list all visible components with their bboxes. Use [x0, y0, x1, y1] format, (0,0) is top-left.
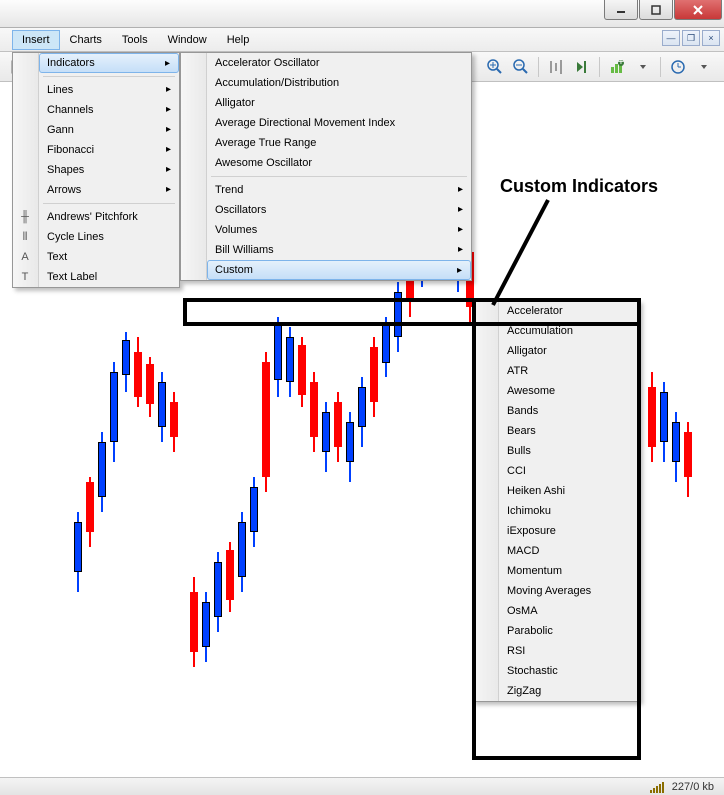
menuitem-adx[interactable]: Average Directional Movement Index [207, 113, 471, 133]
annotation-label: Custom Indicators [500, 176, 658, 197]
window-controls [604, 0, 722, 20]
menuitem-trend[interactable]: Trend [207, 180, 471, 200]
mdi-minimize-button[interactable]: — [662, 30, 680, 46]
dropdown-arrow-icon[interactable] [631, 55, 655, 79]
mdi-close-button[interactable]: × [702, 30, 720, 46]
maximize-button[interactable] [639, 0, 673, 20]
mdi-restore-button[interactable]: ❐ [682, 30, 700, 46]
indicators-dropdown: Accelerator Oscillator Accumulation/Dist… [180, 52, 472, 281]
menuitem-billwilliams[interactable]: Bill Williams [207, 240, 471, 260]
toolbar-separator [660, 57, 661, 77]
connection-bars-icon [650, 781, 664, 793]
chart-bars-icon[interactable] [544, 55, 568, 79]
mdi-controls: — ❐ × [662, 30, 720, 46]
toolbar-separator [599, 57, 600, 77]
menu-insert[interactable]: Insert [12, 30, 60, 50]
menuitem-awesome-oscillator[interactable]: Awesome Oscillator [207, 153, 471, 173]
menu-help[interactable]: Help [217, 30, 260, 50]
annotation-highlight-box [472, 298, 641, 760]
zoom-in-icon[interactable] [483, 55, 507, 79]
menu-tools[interactable]: Tools [112, 30, 158, 50]
text-icon: A [17, 249, 33, 265]
menuitem-text[interactable]: AText [39, 247, 179, 267]
close-button[interactable] [674, 0, 722, 20]
menuitem-alligator[interactable]: Alligator [207, 93, 471, 113]
menuitem-indicators[interactable]: Indicators [39, 53, 179, 73]
menuitem-shapes[interactable]: Shapes [39, 160, 179, 180]
menuitem-pitchfork[interactable]: ╫Andrews' Pitchfork [39, 207, 179, 227]
menuitem-atr[interactable]: Average True Range [207, 133, 471, 153]
menuitem-fibonacci[interactable]: Fibonacci [39, 140, 179, 160]
menuitem-cyclelines[interactable]: ⦀Cycle Lines [39, 227, 179, 247]
svg-text:+: + [618, 59, 624, 68]
zoom-out-icon[interactable] [509, 55, 533, 79]
scroll-end-icon[interactable] [570, 55, 594, 79]
minimize-button[interactable] [604, 0, 638, 20]
menuitem-accelerator-oscillator[interactable]: Accelerator Oscillator [207, 53, 471, 73]
menuitem-accumulation-distribution[interactable]: Accumulation/Distribution [207, 73, 471, 93]
pitchfork-icon: ╫ [17, 209, 33, 225]
toolbar-separator [538, 57, 539, 77]
status-bar: 227/0 kb [0, 777, 724, 795]
menu-separator [43, 203, 175, 204]
indicators-icon[interactable]: + [605, 55, 629, 79]
menuitem-gann[interactable]: Gann [39, 120, 179, 140]
menu-charts[interactable]: Charts [60, 30, 112, 50]
periodicity-icon[interactable] [666, 55, 690, 79]
menuitem-volumes[interactable]: Volumes [207, 220, 471, 240]
annotation-arrow-line [488, 195, 568, 315]
window-titlebar [0, 0, 724, 28]
menu-window[interactable]: Window [158, 30, 217, 50]
menuitem-oscillators[interactable]: Oscillators [207, 200, 471, 220]
dropdown-arrow-icon[interactable] [692, 55, 716, 79]
status-kb-label: 227/0 kb [672, 781, 714, 793]
menuitem-channels[interactable]: Channels [39, 100, 179, 120]
menuitem-textlabel[interactable]: TText Label [39, 267, 179, 287]
menu-separator [211, 176, 467, 177]
menuitem-custom[interactable]: Custom [207, 260, 471, 280]
text-label-icon: T [17, 269, 33, 285]
menubar: Insert Charts Tools Window Help [0, 28, 724, 52]
menuitem-arrows[interactable]: Arrows [39, 180, 179, 200]
insert-dropdown: Indicators Lines Channels Gann Fibonacci… [12, 52, 180, 288]
menu-separator [43, 76, 175, 77]
cycle-lines-icon: ⦀ [17, 229, 33, 245]
menuitem-lines[interactable]: Lines [39, 80, 179, 100]
